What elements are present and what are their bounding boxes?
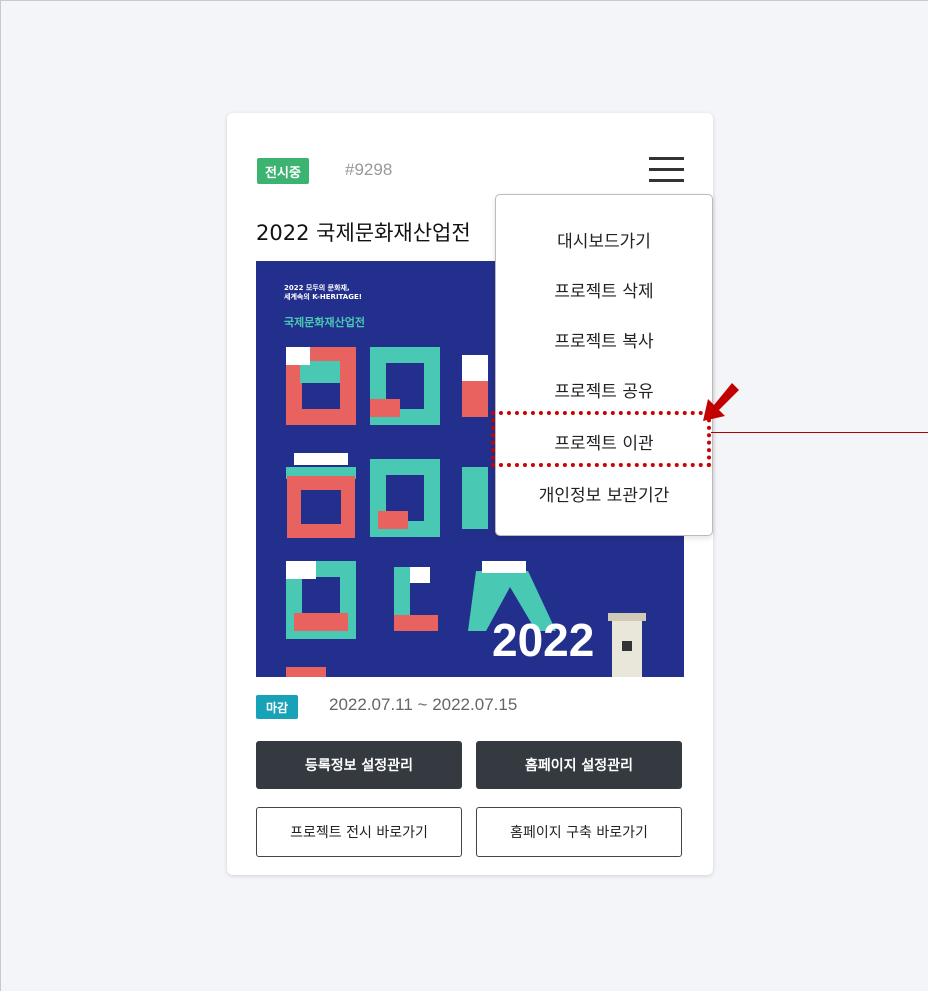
project-title: 2022 국제문화재산업전 bbox=[256, 221, 471, 245]
project-id: #9298 bbox=[345, 160, 393, 179]
registration-settings-button[interactable]: 등록정보 설정관리 bbox=[256, 741, 462, 789]
dropdown-item-share[interactable]: 프로젝트 공유 bbox=[496, 377, 712, 402]
deadline-badge: 마감 bbox=[256, 695, 298, 719]
arrow-pointer-icon bbox=[703, 383, 739, 421]
poster-shape-row2 bbox=[286, 453, 488, 538]
homepage-settings-button[interactable]: 홈페이지 설정관리 bbox=[476, 741, 682, 789]
poster-year: 2022 bbox=[492, 614, 595, 666]
hamburger-menu-icon[interactable] bbox=[647, 157, 685, 183]
status-badge: 전시중 bbox=[257, 158, 309, 184]
dropdown-item-dashboard[interactable]: 대시보드가기 bbox=[496, 227, 712, 252]
dropdown-item-privacy-retention[interactable]: 개인정보 보관기간 bbox=[496, 481, 712, 506]
go-homepage-build-button[interactable]: 홈페이지 구축 바로가기 bbox=[476, 807, 682, 857]
poster-pagoda bbox=[608, 613, 646, 677]
project-options-dropdown: 대시보드가기 프로젝트 삭제 프로젝트 복사 프로젝트 공유 프로젝트 이관 개… bbox=[495, 194, 713, 536]
poster-shape-row1 bbox=[286, 347, 488, 425]
annotation-highlight-box bbox=[491, 411, 711, 467]
dropdown-item-delete[interactable]: 프로젝트 삭제 bbox=[496, 277, 712, 302]
date-range: 2022.07.11 ~ 2022.07.15 bbox=[329, 695, 518, 714]
dropdown-item-copy[interactable]: 프로젝트 복사 bbox=[496, 327, 712, 352]
go-exhibition-button[interactable]: 프로젝트 전시 바로가기 bbox=[256, 807, 462, 857]
annotation-pointer-line bbox=[711, 432, 928, 433]
